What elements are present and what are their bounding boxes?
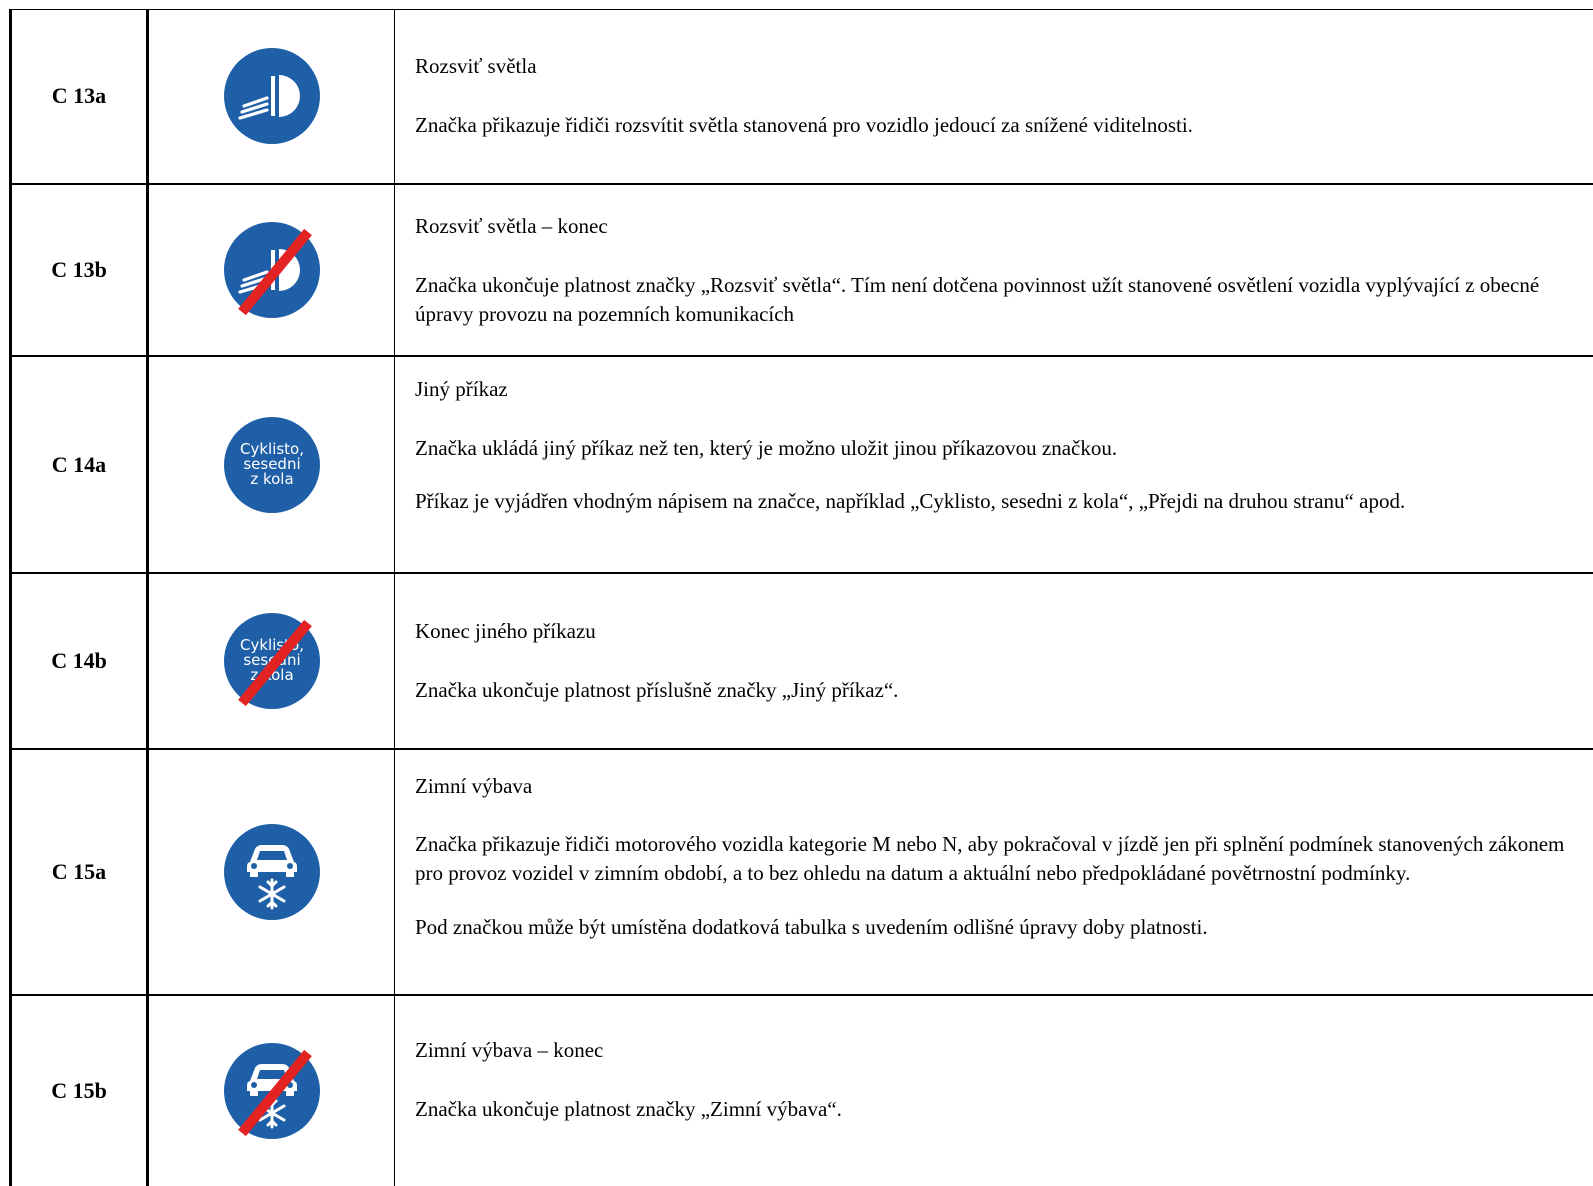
sign-description: Značka ukončuje platnost značky „Rozsviť… [415, 273, 1540, 326]
sign-description: Příkaz je vyjádřen vhodným nápisem na zn… [415, 489, 1406, 513]
description-cell: Rozsviť světla – konec Značka ukončuje p… [395, 185, 1593, 355]
sign-title: Konec jiného příkazu [415, 619, 596, 643]
sign-code: C 13b [9, 185, 149, 355]
sign-description: Značka ukončuje platnost značky „Zimní v… [415, 1097, 842, 1121]
sign-description: Pod značkou může být umístěna dodatková … [415, 915, 1208, 939]
sign-cell [149, 996, 395, 1186]
sign-cell [149, 185, 395, 355]
description-cell: Jiný příkaz Značka ukládá jiný příkaz ne… [395, 357, 1593, 572]
sign-title: Zimní výbava – konec [415, 1038, 604, 1062]
sign-title: Rozsviť světla [415, 54, 537, 78]
sign-description: Značka přikazuje řidiči motorového vozid… [415, 832, 1565, 885]
signs-table: C 13a Rozsviť světla Značka přikazuje ři… [9, 9, 1593, 1186]
table-row: C 15b Zimní výbava – konec Značka ukonču… [9, 994, 1593, 1186]
winter-equipment-sign-icon [222, 822, 322, 922]
description-cell: Zimní výbava – konec Značka ukončuje pla… [395, 996, 1593, 1186]
headlight-on-sign-icon [222, 46, 322, 146]
sign-description: Značka přikazuje řidiči rozsvítit světla… [415, 113, 1193, 137]
table-row: C 15a Zimní výbava Značka přikazuje řidi… [9, 748, 1593, 994]
winter-equipment-end-sign-icon [222, 1041, 322, 1141]
sign-description: Značka ukončuje platnost příslušně značk… [415, 678, 899, 702]
sign-cell [149, 750, 395, 994]
sign-description: Značka ukládá jiný příkaz než ten, který… [415, 436, 1118, 460]
sign-title: Rozsviť světla – konec [415, 214, 608, 238]
table-row: C 13b Rozsviť světla – konec Značka ukon… [9, 183, 1593, 355]
sign-cell: Cyklisto, sesedni z kola [149, 357, 395, 572]
description-cell: Rozsviť světla Značka přikazuje řidiči r… [395, 9, 1593, 183]
sign-inscription-line: z kola [250, 470, 293, 488]
description-cell: Zimní výbava Značka přikazuje řidiči mot… [395, 750, 1593, 994]
sign-code: C 15b [9, 996, 149, 1186]
table-row: C 13a Rozsviť světla Značka přikazuje ři… [9, 9, 1593, 183]
sign-code: C 13a [9, 9, 149, 183]
description-cell: Konec jiného příkazu Značka ukončuje pla… [395, 574, 1593, 748]
table-row: C 14b Cyklisto, sesedni z kola Konec jin… [9, 572, 1593, 748]
sign-cell: Cyklisto, sesedni z kola [149, 574, 395, 748]
sign-title: Jiný příkaz [415, 377, 508, 401]
sign-title: Zimní výbava [415, 774, 533, 798]
table-row: C 14a Cyklisto, sesedni z kola Jiný přík… [9, 355, 1593, 572]
other-order-sign-icon: Cyklisto, sesedni z kola [223, 416, 320, 513]
sign-code: C 15a [9, 750, 149, 994]
sign-code: C 14a [9, 357, 149, 572]
sign-cell [149, 9, 395, 183]
table-top-border [9, 9, 1593, 10]
headlight-on-end-sign-icon [222, 220, 322, 320]
other-order-end-sign-icon: Cyklisto, sesedni z kola [223, 613, 320, 709]
sign-code: C 14b [9, 574, 149, 748]
